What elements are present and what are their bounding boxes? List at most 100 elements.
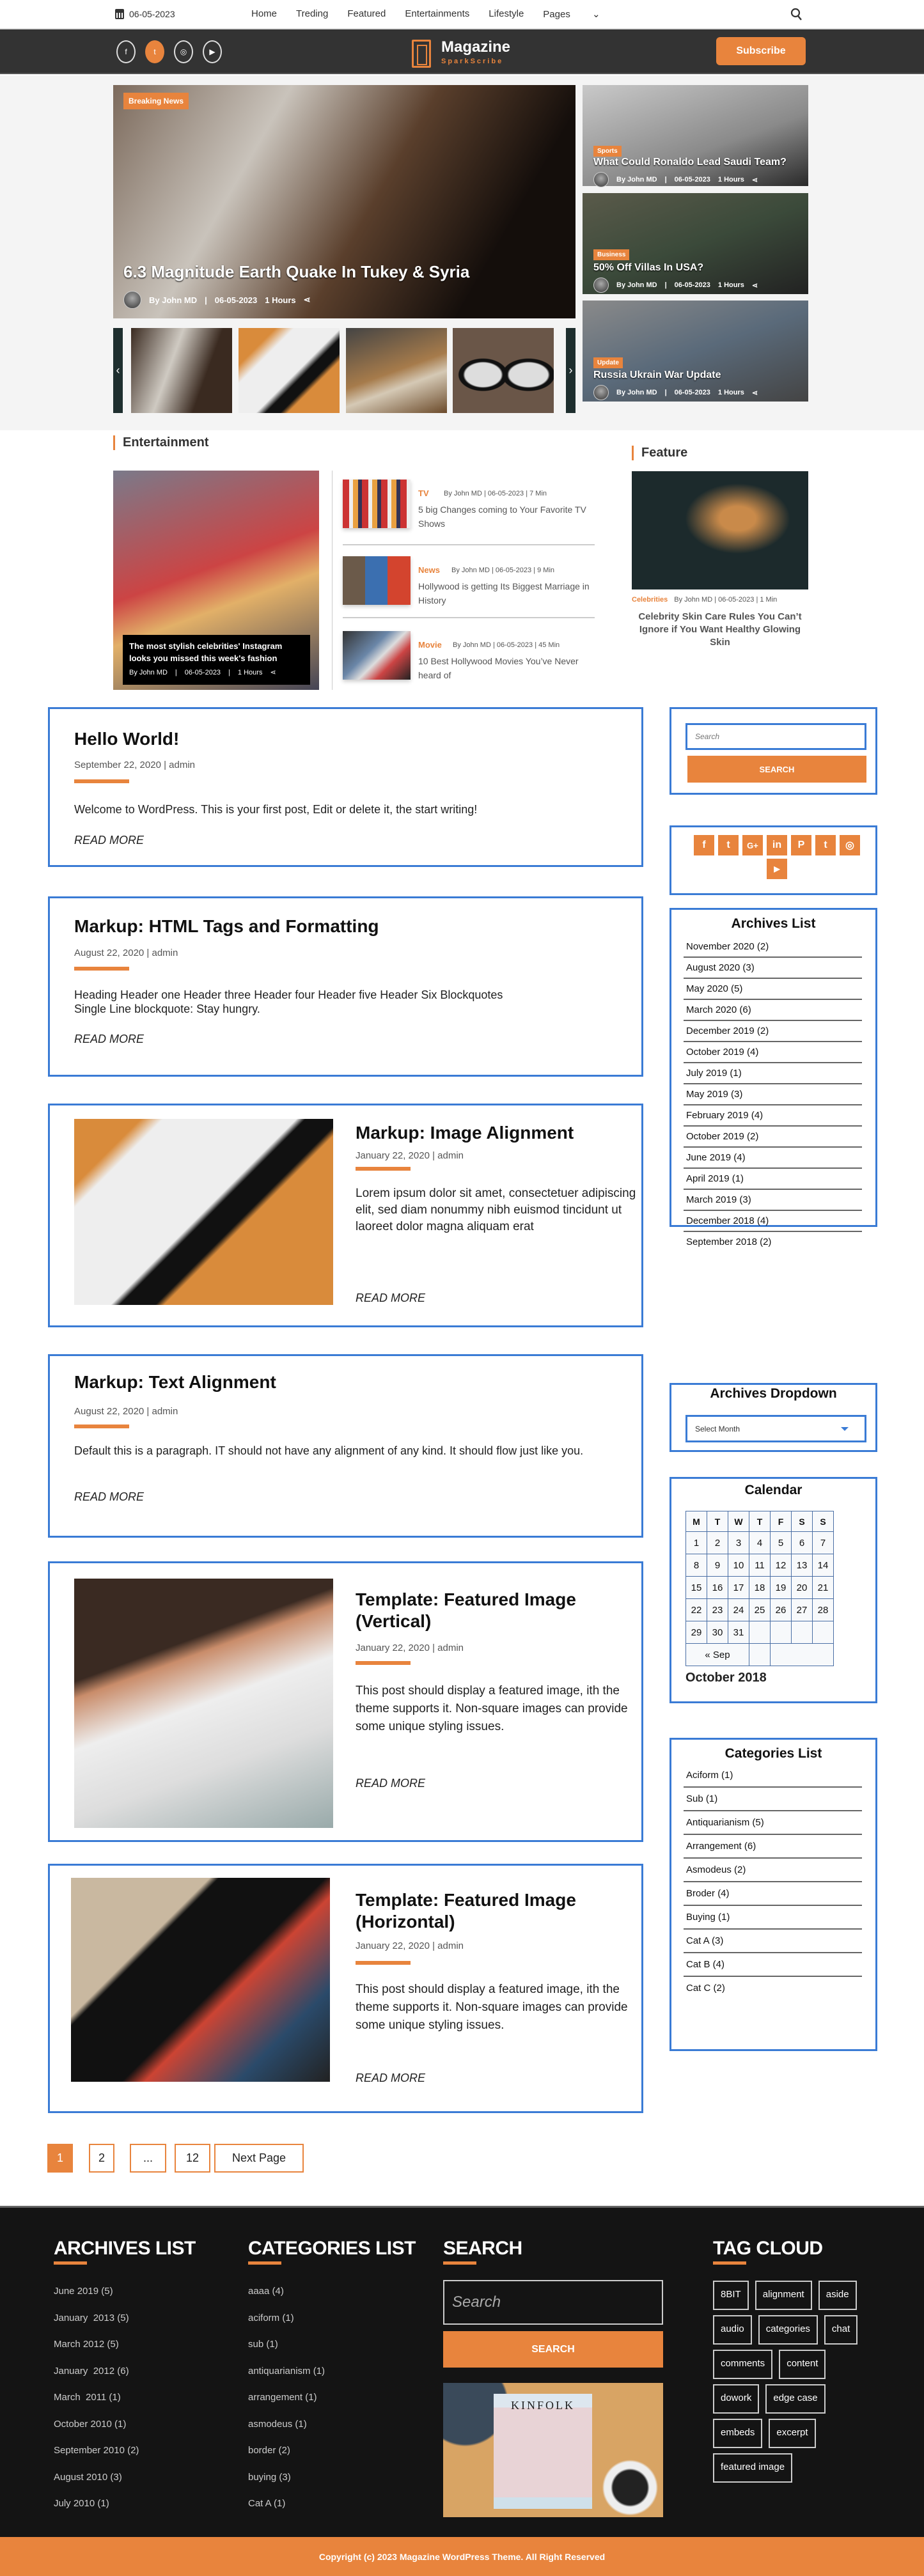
footer-category-item[interactable]: Cat A (1) bbox=[248, 2498, 325, 2525]
card-title[interactable]: Russia Ukrain War Update bbox=[593, 370, 721, 381]
archive-item[interactable]: October 2019 (4) bbox=[684, 1042, 862, 1063]
calendar-day[interactable]: 5 bbox=[770, 1531, 792, 1554]
post-title[interactable]: Markup: HTML Tags and Formatting bbox=[74, 916, 379, 937]
calendar-day[interactable]: 8 bbox=[685, 1554, 707, 1577]
archive-item[interactable]: August 2020 (3) bbox=[684, 958, 862, 979]
feature-title[interactable]: Celebrity Skin Care Rules You Can’t Igno… bbox=[632, 611, 808, 649]
footer-archive-item[interactable]: June 2019 (5) bbox=[54, 2286, 139, 2313]
carousel-thumbnail[interactable] bbox=[453, 328, 554, 413]
footer-category-item[interactable]: buying (3) bbox=[248, 2472, 325, 2499]
category-item[interactable]: Cat B (4) bbox=[684, 1953, 862, 1977]
read-more-link[interactable]: READ MORE bbox=[356, 1292, 425, 1305]
category-item[interactable]: Cat C (2) bbox=[684, 1977, 862, 1999]
nav-lifestyle[interactable]: Lifestyle bbox=[489, 8, 524, 20]
calendar-day[interactable]: 26 bbox=[770, 1598, 792, 1621]
hero-title[interactable]: 6.3 Magnitude Earth Quake In Tukey & Syr… bbox=[123, 262, 469, 282]
side-news-card[interactable]: Update Russia Ukrain War Update By John … bbox=[583, 301, 808, 402]
footer-category-item[interactable]: aaaa (4) bbox=[248, 2286, 325, 2313]
category-item[interactable]: Sub (1) bbox=[684, 1788, 862, 1811]
page-12-button[interactable]: 12 bbox=[175, 2144, 210, 2173]
tag-item[interactable]: content bbox=[779, 2350, 826, 2379]
instagram-icon[interactable]: ◎ bbox=[840, 835, 860, 855]
read-more-link[interactable]: READ MORE bbox=[74, 834, 144, 847]
post-title[interactable]: Markup: Text Alignment bbox=[74, 1371, 276, 1393]
calendar-day[interactable]: 23 bbox=[707, 1598, 728, 1621]
calendar-day[interactable]: 31 bbox=[728, 1621, 749, 1644]
footer-archive-item[interactable]: July 2010 (1) bbox=[54, 2498, 139, 2525]
calendar-day[interactable]: 22 bbox=[685, 1598, 707, 1621]
calendar-day[interactable]: 11 bbox=[749, 1554, 771, 1577]
instagram-icon[interactable]: ◎ bbox=[174, 40, 193, 63]
side-news-card[interactable]: Sports What Could Ronaldo Lead Saudi Tea… bbox=[583, 85, 808, 187]
share-icon[interactable]: ⋖ bbox=[752, 281, 758, 290]
post-title[interactable]: Markup: Image Alignment bbox=[356, 1122, 574, 1144]
category-item[interactable]: Cat A (3) bbox=[684, 1930, 862, 1953]
item-title[interactable]: 10 Best Hollywood Movies You’ve Never he… bbox=[418, 654, 604, 682]
select-month-dropdown[interactable]: Select Month bbox=[685, 1415, 866, 1442]
category-item[interactable]: Asmodeus (2) bbox=[684, 1859, 862, 1882]
pinterest-icon[interactable]: P bbox=[791, 835, 811, 855]
item-title[interactable]: 5 big Changes coming to Your Favorite TV… bbox=[418, 503, 604, 531]
post-image[interactable] bbox=[74, 1579, 333, 1828]
archive-item[interactable]: October 2019 (2) bbox=[684, 1127, 862, 1148]
calendar-day[interactable]: 16 bbox=[707, 1576, 728, 1599]
archive-item[interactable]: July 2019 (1) bbox=[684, 1063, 862, 1084]
calendar-day[interactable]: 2 bbox=[707, 1531, 728, 1554]
archive-item[interactable]: March 2019 (3) bbox=[684, 1190, 862, 1211]
footer-archive-item[interactable]: August 2010 (3) bbox=[54, 2472, 139, 2499]
footer-category-item[interactable]: sub (1) bbox=[248, 2339, 325, 2366]
next-page-button[interactable]: Next Page bbox=[214, 2144, 304, 2173]
calendar-prev-link[interactable]: « Sep bbox=[685, 1643, 749, 1666]
tag-item[interactable]: aside bbox=[818, 2281, 857, 2310]
calendar-day[interactable]: 14 bbox=[812, 1554, 834, 1577]
archive-item[interactable]: May 2020 (5) bbox=[684, 979, 862, 1000]
read-more-link[interactable]: READ MORE bbox=[356, 2072, 425, 2085]
footer-archive-item[interactable]: September 2010 (2) bbox=[54, 2445, 139, 2472]
calendar-day[interactable]: 28 bbox=[812, 1598, 834, 1621]
nav-home[interactable]: Home bbox=[251, 8, 277, 20]
footer-category-item[interactable]: asmodeus (1) bbox=[248, 2419, 325, 2446]
archive-item[interactable]: April 2019 (1) bbox=[684, 1169, 862, 1190]
calendar-day[interactable]: 4 bbox=[749, 1531, 771, 1554]
nav-trending[interactable]: Treding bbox=[296, 8, 328, 20]
calendar-day[interactable]: 29 bbox=[685, 1621, 707, 1644]
tag-item[interactable]: categories bbox=[758, 2315, 818, 2345]
tag-item[interactable]: excerpt bbox=[769, 2419, 816, 2448]
share-icon[interactable]: ⋖ bbox=[270, 668, 276, 676]
calendar-day[interactable]: 25 bbox=[749, 1598, 771, 1621]
carousel-thumbnail[interactable] bbox=[239, 328, 340, 413]
archive-item[interactable]: November 2020 (2) bbox=[684, 937, 862, 958]
calendar-day[interactable]: 7 bbox=[812, 1531, 834, 1554]
carousel-next-button[interactable]: › bbox=[566, 328, 576, 413]
card-title[interactable]: What Could Ronaldo Lead Saudi Team? bbox=[593, 157, 787, 168]
sidebar-search-button[interactable]: SEARCH bbox=[687, 756, 866, 783]
calendar-day[interactable]: 24 bbox=[728, 1598, 749, 1621]
calendar-day[interactable]: 27 bbox=[791, 1598, 813, 1621]
archive-item[interactable]: September 2018 (2) bbox=[684, 1232, 862, 1252]
archive-item[interactable]: December 2019 (2) bbox=[684, 1021, 862, 1042]
page-2-button[interactable]: 2 bbox=[89, 2144, 114, 2173]
archive-item[interactable]: December 2018 (4) bbox=[684, 1211, 862, 1232]
footer-archive-item[interactable]: October 2010 (1) bbox=[54, 2419, 139, 2446]
facebook-icon[interactable]: f bbox=[116, 40, 136, 63]
category-item[interactable]: Broder (4) bbox=[684, 1882, 862, 1906]
carousel-prev-button[interactable]: ‹ bbox=[113, 328, 123, 413]
footer-category-item[interactable]: antiquarianism (1) bbox=[248, 2366, 325, 2393]
calendar-day[interactable]: 12 bbox=[770, 1554, 792, 1577]
calendar-day[interactable]: 1 bbox=[685, 1531, 707, 1554]
youtube-icon[interactable]: ▶ bbox=[767, 859, 787, 879]
calendar-day[interactable]: 19 bbox=[770, 1576, 792, 1599]
calendar-day[interactable]: 18 bbox=[749, 1576, 771, 1599]
entertainment-main-caption[interactable]: The most stylish celebrities' Instagram … bbox=[123, 635, 310, 685]
logo-title[interactable]: Magazine bbox=[441, 38, 510, 56]
feature-image[interactable] bbox=[632, 471, 808, 589]
post-image[interactable] bbox=[71, 1878, 330, 2082]
post-title[interactable]: Template: Featured Image (Vertical) bbox=[356, 1589, 624, 1632]
linkedin-icon[interactable]: in bbox=[767, 835, 787, 855]
archive-item[interactable]: May 2019 (3) bbox=[684, 1084, 862, 1105]
footer-search-input[interactable]: Search bbox=[443, 2280, 663, 2325]
search-icon[interactable] bbox=[790, 8, 803, 22]
google-plus-icon[interactable]: G+ bbox=[742, 835, 763, 855]
calendar-day[interactable]: 15 bbox=[685, 1576, 707, 1599]
footer-archive-item[interactable]: January 2013 (5) bbox=[54, 2313, 139, 2339]
